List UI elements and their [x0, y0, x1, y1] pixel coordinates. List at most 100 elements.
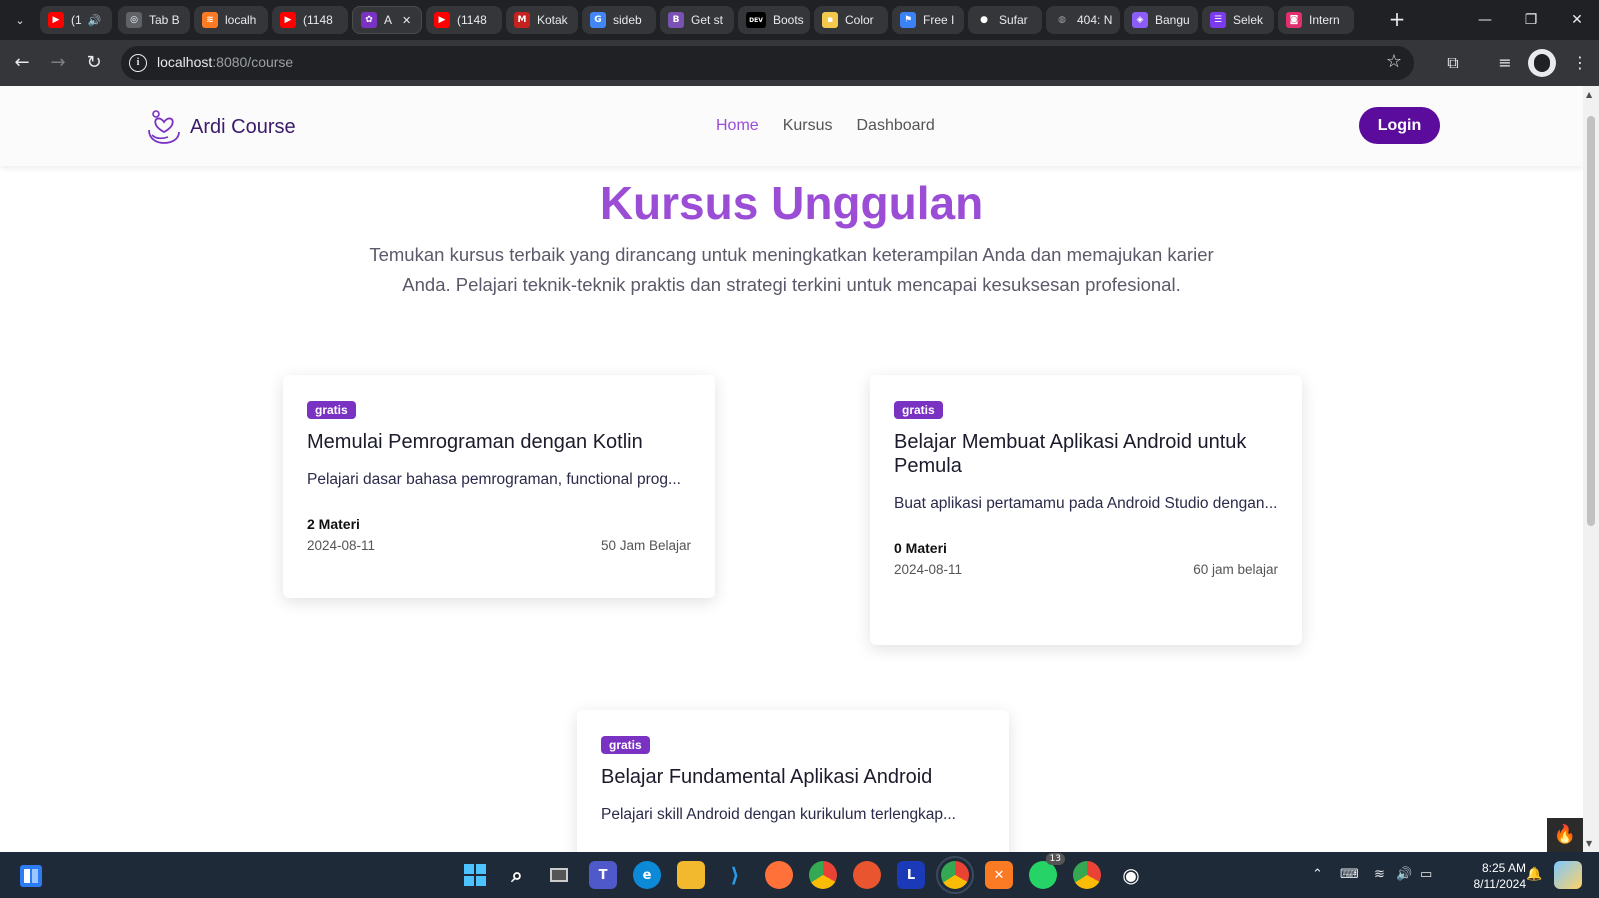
browser-tab[interactable]: B Get st: [660, 6, 734, 34]
menu-item-dashboard[interactable]: Dashboard: [856, 117, 934, 135]
fire-widget-icon[interactable]: 🔥: [1547, 818, 1583, 852]
course-description: Buat aplikasi pertamamu pada Android Stu…: [894, 495, 1278, 512]
browser-tab[interactable]: ✿ A ✕: [352, 6, 422, 34]
brand[interactable]: Ardi Course: [146, 108, 296, 146]
course-card[interactable]: gratis Belajar Membuat Aplikasi Android …: [870, 375, 1302, 645]
chrome-icon: ◎: [126, 12, 142, 28]
menu-item-home[interactable]: Home: [716, 117, 759, 135]
forward-arrow-icon[interactable]: →: [46, 51, 70, 75]
page-title: Kursus Unggulan: [599, 177, 984, 229]
window-close-button[interactable]: ✕: [1565, 8, 1589, 32]
course-title[interactable]: Belajar Membuat Aplikasi Android untuk P…: [894, 430, 1278, 478]
url-text[interactable]: localhost:8080/course: [157, 54, 293, 70]
browser-tab[interactable]: ≋ localh: [194, 6, 268, 34]
copilot-icon[interactable]: [1554, 861, 1582, 889]
window-minimize-button[interactable]: —: [1473, 8, 1497, 32]
window-restore-button[interactable]: ❐: [1519, 8, 1543, 32]
new-tab-button[interactable]: +: [1385, 8, 1409, 32]
browser-tab[interactable]: ● Sufar: [968, 6, 1042, 34]
menu-item-kursus[interactable]: Kursus: [783, 117, 833, 135]
onion-icon[interactable]: ◉: [1117, 861, 1145, 889]
back-arrow-icon[interactable]: ←: [10, 51, 34, 75]
ardi-course-icon: ✿: [361, 12, 377, 28]
search-icon[interactable]: ⌕: [503, 861, 531, 889]
taskbar-clock[interactable]: 8:25 AM 8/11/2024: [1462, 860, 1527, 892]
battery-icon[interactable]: ▭: [1420, 867, 1432, 882]
xampp-icon: ≋: [202, 12, 218, 28]
l-app-icon[interactable]: L: [897, 861, 925, 889]
site-info-icon[interactable]: i: [129, 54, 147, 72]
brave-icon[interactable]: [853, 861, 881, 889]
volume-icon[interactable]: 🔊: [1396, 867, 1412, 882]
bootstrap-icon: B: [668, 12, 684, 28]
course-date: 2024-08-11: [307, 538, 376, 553]
chrome-profile-2-icon[interactable]: [1073, 861, 1101, 889]
tab-title: (1148: [303, 13, 333, 27]
tab-title: Kotak: [537, 13, 568, 27]
wifi-icon[interactable]: ≋: [1374, 867, 1385, 882]
tab-title: Selek: [1233, 13, 1264, 27]
browser-tab[interactable]: DEV Boots: [738, 6, 810, 34]
url-path: :8080/course: [212, 54, 294, 70]
browser-tab[interactable]: ▶ (1148: [426, 6, 502, 34]
clock-date: 8/11/2024: [1473, 877, 1527, 891]
tab-search-chevron-icon[interactable]: ⌄: [8, 8, 32, 32]
browser-menu-icon[interactable]: ⋮: [1568, 51, 1592, 75]
browser-tab[interactable]: ◎ Tab B: [118, 6, 190, 34]
tab-title: Get st: [691, 13, 724, 27]
browser-tab[interactable]: Gsideb: [582, 6, 656, 34]
whatsapp-badge: 13: [1045, 853, 1065, 865]
reload-icon[interactable]: ↻: [82, 51, 106, 75]
instagram-icon: ◙: [1286, 12, 1302, 28]
tab-audio-icon[interactable]: 🔊: [88, 14, 102, 27]
edge-icon[interactable]: e: [633, 861, 661, 889]
tray-overflow-chevron-icon[interactable]: ⌃: [1312, 867, 1323, 882]
browser-tab[interactable]: ◙ Intern: [1278, 6, 1354, 34]
notification-bell-icon[interactable]: 🔔: [1526, 867, 1542, 882]
address-bar[interactable]: i localhost:8080/course ☆: [121, 46, 1414, 80]
keyboard-icon[interactable]: ⌨: [1340, 867, 1359, 882]
course-title[interactable]: Belajar Fundamental Aplikasi Android: [601, 765, 985, 789]
teams-icon[interactable]: T: [589, 861, 617, 889]
chrome-icon[interactable]: [809, 861, 837, 889]
media-controls-icon[interactable]: ≡: [1493, 51, 1517, 75]
task-view-icon[interactable]: [545, 861, 573, 889]
brand-name: Ardi Course: [190, 115, 296, 138]
profile-avatar-icon[interactable]: [1528, 49, 1556, 77]
course-card[interactable]: gratis Belajar Fundamental Aplikasi Andr…: [577, 710, 1009, 852]
xampp-icon[interactable]: ✕: [985, 861, 1013, 889]
course-meta-row: 2024-08-11 50 Jam Belajar: [307, 538, 691, 553]
firefox-icon[interactable]: [765, 861, 793, 889]
whatsapp-icon[interactable]: 13: [1029, 853, 1065, 889]
browser-tab[interactable]: ◍ 404: N: [1046, 6, 1120, 34]
scroll-down-arrow-icon[interactable]: ▼: [1586, 839, 1592, 848]
browser-tab[interactable]: ◈ Bangu: [1124, 6, 1198, 34]
tab-title: 404: N: [1077, 13, 1113, 27]
browser-tab[interactable]: ▶ (1 🔊: [40, 6, 112, 34]
tab-close-icon[interactable]: ✕: [402, 14, 411, 27]
course-description: Pelajari dasar bahasa pemrograman, funct…: [307, 471, 681, 488]
browser-tab[interactable]: ▪ Color: [814, 6, 888, 34]
course-card[interactable]: gratis Memulai Pemrograman dengan Kotlin…: [283, 375, 715, 598]
browser-tab[interactable]: ▶ (1148: [272, 6, 348, 34]
course-meta: 2 Materi 2024-08-11 50 Jam Belajar: [307, 516, 691, 553]
browser-tab[interactable]: ☰ Selek: [1202, 6, 1274, 34]
page-scrollbar[interactable]: ▲ ▼: [1583, 86, 1599, 852]
chrome-profile-icon[interactable]: [936, 856, 974, 894]
widgets-icon[interactable]: [20, 865, 42, 887]
browser-tab[interactable]: M Kotak: [506, 6, 578, 34]
scroll-thumb[interactable]: [1587, 116, 1595, 526]
login-button[interactable]: Login: [1359, 107, 1440, 144]
vscode-icon[interactable]: ⟩: [721, 861, 749, 889]
windows-start-icon[interactable]: [461, 861, 489, 889]
ardi-course-logo-icon: [148, 110, 180, 144]
browser-tab[interactable]: ⚑ Free I: [892, 6, 964, 34]
course-title[interactable]: Memulai Pemrograman dengan Kotlin: [307, 430, 691, 454]
file-explorer-icon[interactable]: [677, 861, 705, 889]
windows-taskbar: ⌕ T e ⟩ L ✕ 13 ◉ ⌃ ⌨ ≋ 🔊 ▭ 8:25 AM 8/11/…: [0, 852, 1599, 898]
scroll-up-arrow-icon[interactable]: ▲: [1586, 90, 1592, 99]
extensions-puzzle-icon[interactable]: ⧉: [1441, 51, 1465, 75]
bookmark-star-icon[interactable]: ☆: [1386, 51, 1402, 72]
course-materi-count: 0 Materi: [894, 540, 947, 556]
course-description: Pelajari skill Android dengan kurikulum …: [601, 806, 956, 823]
